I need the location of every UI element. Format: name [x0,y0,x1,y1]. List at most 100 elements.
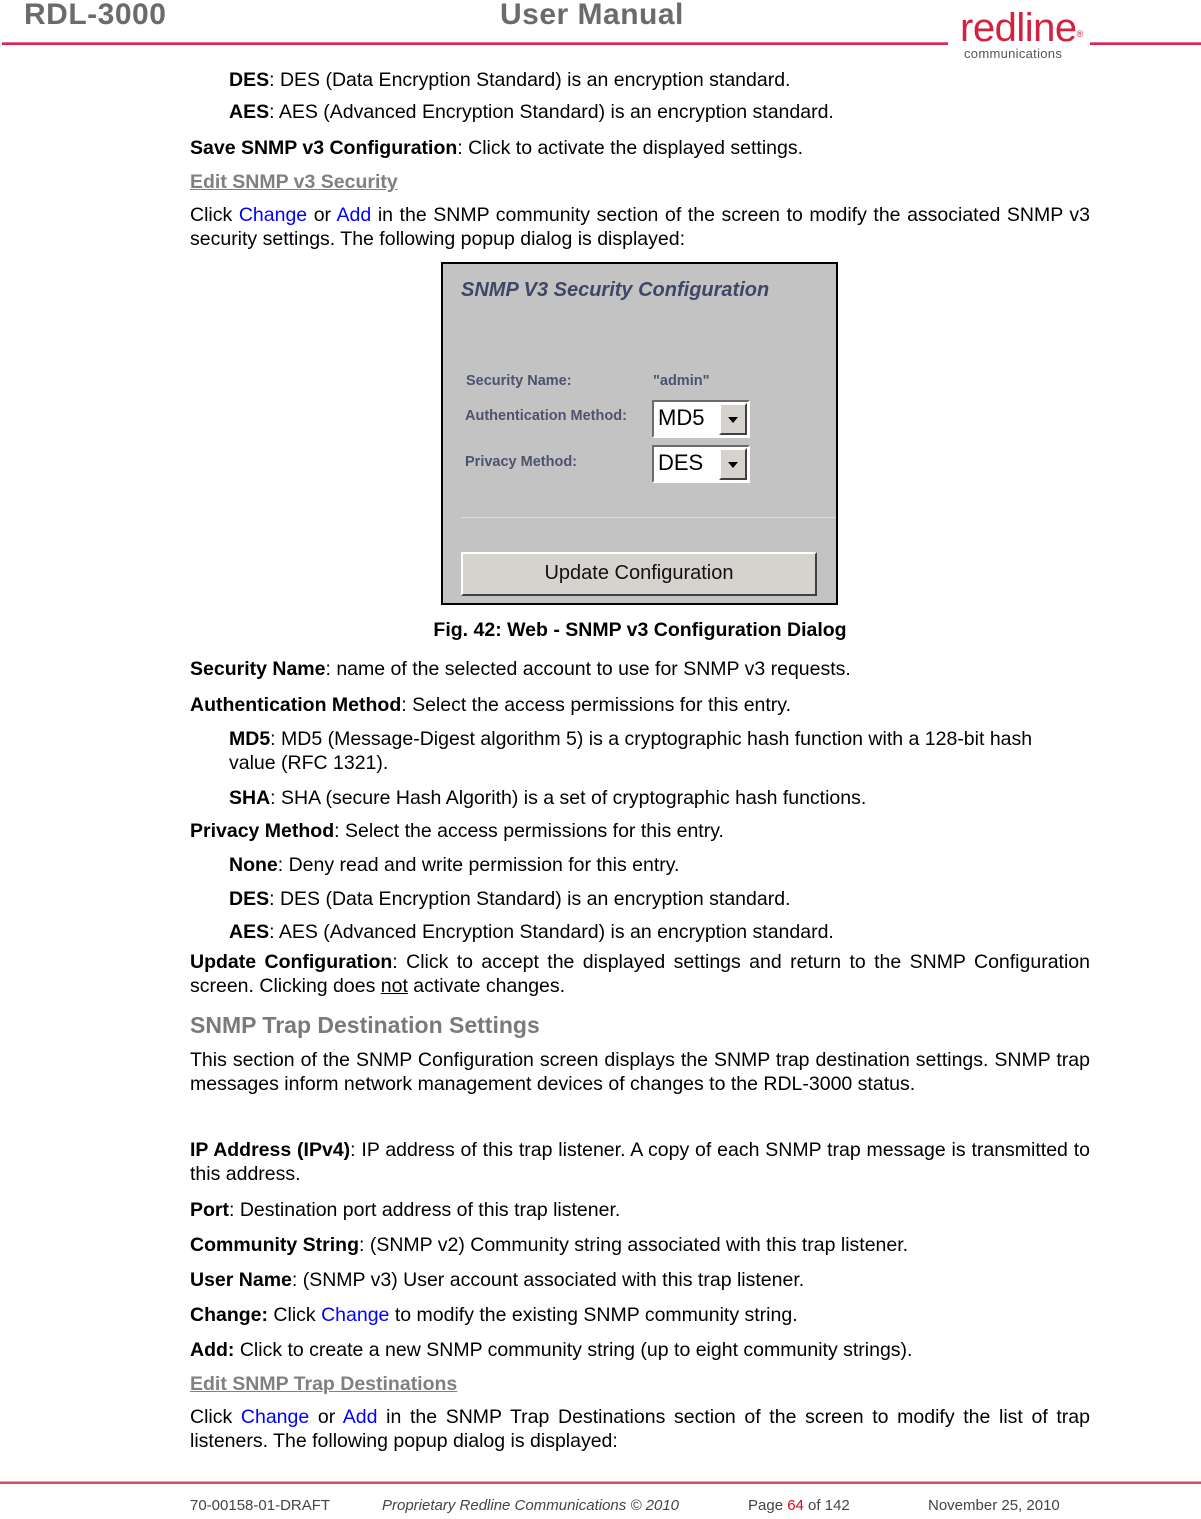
term: Add: [190,1339,235,1361]
privacy-method-value: DES [658,450,704,475]
definition: : SHA (secure Hash Algorith) is a set of… [270,787,867,809]
footer-copyright: Proprietary Redline Communications © 201… [382,1497,680,1514]
page-current: 64 [787,1497,804,1514]
footer-page-number: Page 64 of 142 [748,1497,850,1514]
document-id: RDL-3000 [24,0,167,31]
update-configuration-button[interactable]: Update Configuration [461,552,817,596]
caption-number: Fig. 42 [433,619,496,641]
term: MD5 [229,728,271,750]
definition: Click [268,1304,322,1326]
header-rule-right [1090,42,1201,45]
term: IP Address (IPv4) [190,1139,351,1161]
term: Privacy Method [190,820,335,842]
term: AES [229,101,270,123]
footer-rule [0,1481,1201,1484]
term: AES [229,921,270,943]
none-definition: None: Deny read and write permission for… [229,853,1090,877]
text: Click [190,1406,241,1428]
sha-definition: SHA: SHA (secure Hash Algorith) is a set… [229,786,1090,810]
term: Community String [190,1234,359,1256]
document-type: User Manual [500,0,684,31]
edit-snmp-v3-security-heading: Edit SNMP v3 Security [190,171,398,193]
definition: : Destination port address of this trap … [229,1199,621,1221]
change-definition: Change: Click Change to modify the exist… [190,1303,1090,1327]
privacy-method-select[interactable]: DES [652,445,750,483]
definition: : DES (Data Encryption Standard) is an e… [269,69,791,91]
term: User Name [190,1269,292,1291]
logo-trademark: ® [1076,29,1084,39]
text: or [307,204,337,226]
save-config-definition: Save SNMP v3 Configuration: Click to act… [190,136,1090,160]
change-link[interactable]: Change [239,204,307,226]
user-name-definition: User Name: (SNMP v3) User account associ… [190,1268,1090,1292]
footer-date: November 25, 2010 [928,1497,1060,1514]
aes-privacy-definition: AES: AES (Advanced Encryption Standard) … [229,920,1090,944]
redline-logo: redline® communications [960,8,1085,61]
trap-intro-paragraph: This section of the SNMP Configuration s… [190,1049,1090,1095]
security-name-label: Security Name: [466,373,572,389]
auth-method-label: Authentication Method: [465,408,627,424]
term: Port [190,1199,229,1221]
aes-definition: AES: AES (Advanced Encryption Standard) … [229,100,1090,124]
add-link[interactable]: Add [343,1406,378,1428]
privacy-method-definition: Privacy Method: Select the access permis… [190,819,1090,843]
definition: : Select the access permissions for this… [334,820,724,842]
definition: : name of the selected account to use fo… [325,658,851,680]
header-rule-left [2,42,948,45]
definition: : MD5 (Message-Digest algorithm 5) is a … [229,728,1033,774]
change-link[interactable]: Change [241,1406,309,1428]
definition: Click to create a new SNMP community str… [234,1339,913,1361]
des-definition: DES: DES (Data Encryption Standard) is a… [229,68,1090,92]
security-name-definition: Security Name: name of the selected acco… [190,657,1090,681]
md5-definition: MD5: MD5 (Message-Digest algorithm 5) is… [229,727,1059,775]
page-total: of 142 [803,1497,850,1514]
definition: : Select the access permissions for this… [401,694,792,716]
figure-caption: Fig. 42: Web - SNMP v3 Configuration Dia… [190,619,1090,642]
trap-destination-section-heading: SNMP Trap Destination Settings [190,1012,540,1038]
page-prefix: Page [748,1497,788,1514]
add-definition: Add: Click to create a new SNMP communit… [190,1338,1090,1362]
term: Update Configuration [190,951,393,973]
port-definition: Port: Destination port address of this t… [190,1198,1090,1222]
definition: : Click to activate the displayed settin… [457,137,804,159]
update-configuration-definition: Update Configuration: Click to accept th… [190,950,1090,998]
footer-doc-number: 70-00158-01-DRAFT [190,1497,331,1514]
emphasis: not [380,975,408,997]
edit-security-paragraph: Click Change or Add in the SNMP communit… [190,203,1090,251]
term: DES [229,69,270,91]
definition: : (SNMP v2) Community string associated … [359,1234,909,1256]
definition: activate changes. [407,975,566,997]
edit-trap-paragraph: Click Change or Add in the SNMP Trap Des… [190,1405,1090,1453]
term: DES [229,888,270,910]
edit-trap-destinations-heading: Edit SNMP Trap Destinations [190,1373,458,1395]
ip-address-definition: IP Address (IPv4): IP address of this tr… [190,1138,1090,1186]
term: SHA [229,787,271,809]
text: Click [190,204,239,226]
security-name-value: "admin" [653,373,710,389]
text: or [309,1406,343,1428]
dialog-title: SNMP V3 Security Configuration [461,279,770,301]
chevron-down-icon[interactable] [719,403,747,435]
term: Save SNMP v3 Configuration [190,137,458,159]
change-link[interactable]: Change [321,1304,389,1326]
logo-wordmark: redline [960,6,1077,50]
dialog-separator [461,517,836,518]
auth-method-value: MD5 [658,405,705,430]
term: None [229,854,278,876]
community-string-definition: Community String: (SNMP v2) Community st… [190,1233,1090,1257]
term: Authentication Method [190,694,402,716]
definition: to modify the existing SNMP community st… [389,1304,798,1326]
definition: : AES (Advanced Encryption Standard) is … [269,101,834,123]
auth-method-definition: Authentication Method: Select the access… [190,693,1090,717]
term: Security Name [190,658,326,680]
definition: : Deny read and write permission for thi… [277,854,680,876]
chevron-down-icon[interactable] [719,448,747,480]
auth-method-select[interactable]: MD5 [652,400,750,438]
definition: : DES (Data Encryption Standard) is an e… [269,888,791,910]
snmp-v3-security-dialog-figure: SNMP V3 Security Configuration Security … [441,262,838,605]
des-privacy-definition: DES: DES (Data Encryption Standard) is a… [229,887,1090,911]
term: Change: [190,1304,268,1326]
add-link[interactable]: Add [337,204,372,226]
privacy-method-label: Privacy Method: [465,454,577,470]
definition: : AES (Advanced Encryption Standard) is … [269,921,834,943]
